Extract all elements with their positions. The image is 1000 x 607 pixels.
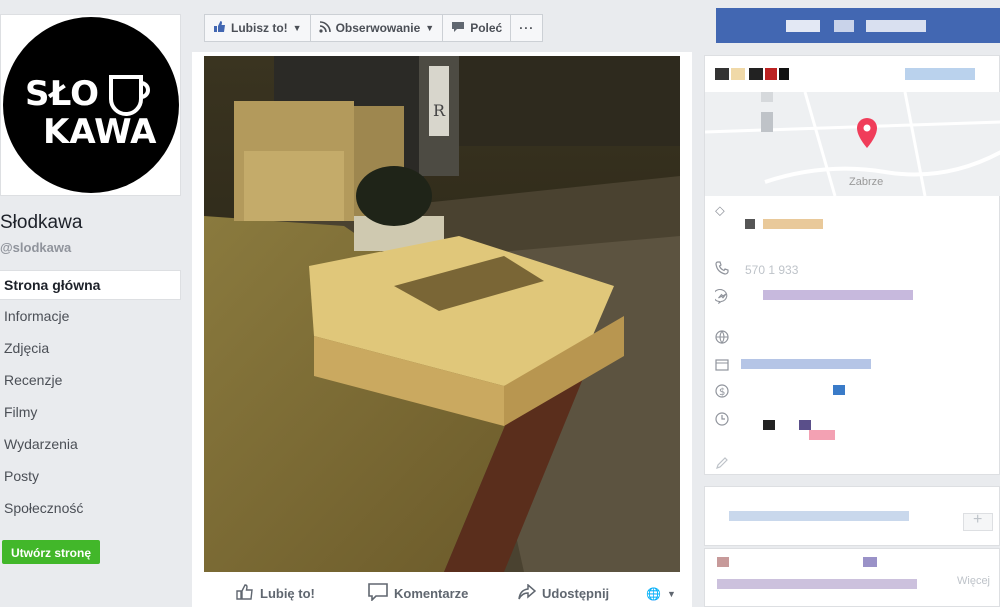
- create-page-button[interactable]: Utwórz stronę: [2, 540, 101, 564]
- more-icon: ···: [519, 21, 535, 35]
- post-photo[interactable]: R: [204, 56, 680, 572]
- photo-viewer: R Lubię to! Komentarze Udostępnij 🌐 ▼: [192, 52, 692, 607]
- photo-actions: Lubię to! Komentarze Udostępnij 🌐 ▼: [192, 580, 692, 607]
- dollar-icon: $: [715, 384, 733, 401]
- logo-mark: SŁO KAWA: [25, 74, 157, 152]
- logo-line-2: KAWA: [43, 112, 157, 152]
- page-action-bar: Lubisz to! ▼ Obserwowanie ▼ Poleć ···: [204, 14, 544, 42]
- chevron-down-icon: ▼: [425, 23, 435, 33]
- nav-item-community[interactable]: Społeczność: [0, 492, 181, 524]
- logo-line-1: SŁO: [25, 74, 99, 114]
- thumbs-up-icon: [236, 584, 254, 603]
- logo: SŁO KAWA: [3, 17, 179, 193]
- page-title[interactable]: Słodkawa: [0, 212, 82, 234]
- about-card: Zabrze ⬦ 570 1 933 $: [704, 55, 1000, 475]
- messenger-icon: [712, 288, 733, 307]
- nav-item-posts[interactable]: Posty: [0, 460, 181, 492]
- share-icon: [518, 583, 537, 603]
- price-row: $: [715, 384, 745, 401]
- share-label: Udostępnij: [542, 586, 610, 601]
- pencil-icon: [715, 456, 733, 473]
- map-city-label: Zabrze: [849, 176, 884, 188]
- like-photo-label: Lubię to!: [260, 586, 315, 601]
- add-icon[interactable]: +: [973, 511, 982, 529]
- follow-button[interactable]: Obserwowanie ▼: [309, 14, 444, 42]
- left-column: SŁO KAWA Słodkawa @slodkawa Strona główn…: [0, 0, 192, 607]
- primary-cta-button[interactable]: [716, 8, 1000, 43]
- community-card: Więcej: [704, 548, 1000, 607]
- svg-text:R: R: [433, 101, 446, 120]
- phone-number: 570 1 933: [745, 262, 799, 277]
- nav-item-home[interactable]: Strona główna: [0, 270, 181, 300]
- see-more-link[interactable]: Więcej: [957, 575, 990, 587]
- recommend-button[interactable]: Poleć: [442, 14, 512, 42]
- clock-icon: [715, 412, 733, 429]
- globe-icon: [715, 330, 733, 347]
- suggest-edit-row[interactable]: [715, 456, 745, 473]
- chevron-down-icon: ▼: [666, 588, 676, 599]
- website-row[interactable]: [715, 330, 745, 347]
- share-button[interactable]: Udostępnij: [518, 583, 610, 603]
- page-username[interactable]: @slodkawa: [0, 240, 71, 255]
- page-nav: Strona główna Informacje Zdjęcia Recenzj…: [0, 270, 181, 524]
- like-photo-button[interactable]: Lubię to!: [236, 584, 315, 603]
- svg-text:$: $: [719, 387, 725, 398]
- hours-row[interactable]: [715, 412, 745, 429]
- thumbs-up-icon: [213, 20, 226, 36]
- recommend-label: Poleć: [470, 21, 503, 35]
- like-page-label: Lubisz to!: [231, 21, 288, 35]
- like-page-button[interactable]: Lubisz to! ▼: [204, 14, 311, 42]
- phone-row[interactable]: 570 1 933: [715, 261, 798, 278]
- comment-icon: [368, 583, 388, 604]
- nav-item-photos[interactable]: Zdjęcia: [0, 332, 181, 364]
- nav-item-events[interactable]: Wydarzenia: [0, 428, 181, 460]
- comment-button[interactable]: Komentarze: [368, 583, 468, 604]
- comment-label: Komentarze: [394, 586, 469, 601]
- location-map[interactable]: Zabrze: [705, 92, 1000, 196]
- right-column: Zabrze ⬦ 570 1 933 $ + Więcej: [704, 0, 1000, 607]
- chevron-down-icon: ▼: [292, 23, 302, 33]
- phone-icon: [715, 261, 733, 278]
- nav-item-reviews[interactable]: Recenzje: [0, 364, 181, 396]
- nav-item-about[interactable]: Informacje: [0, 300, 181, 332]
- messenger-row[interactable]: [712, 288, 745, 307]
- profile-picture[interactable]: SŁO KAWA: [0, 14, 181, 196]
- location-icon: ⬦: [715, 202, 725, 218]
- globe-icon: 🌐: [646, 586, 661, 601]
- address-row: ⬦: [715, 202, 745, 219]
- rss-icon: [318, 20, 331, 36]
- related-card: +: [704, 486, 1000, 546]
- calendar-icon: [715, 358, 733, 374]
- follow-label: Obserwowanie: [335, 21, 421, 35]
- cup-icon: [109, 75, 150, 116]
- speech-bubble-icon: [451, 21, 465, 36]
- audience-selector[interactable]: 🌐 ▼: [646, 587, 676, 601]
- photo-image: R: [204, 56, 680, 572]
- nav-item-videos[interactable]: Filmy: [0, 396, 181, 428]
- more-button[interactable]: ···: [510, 14, 544, 42]
